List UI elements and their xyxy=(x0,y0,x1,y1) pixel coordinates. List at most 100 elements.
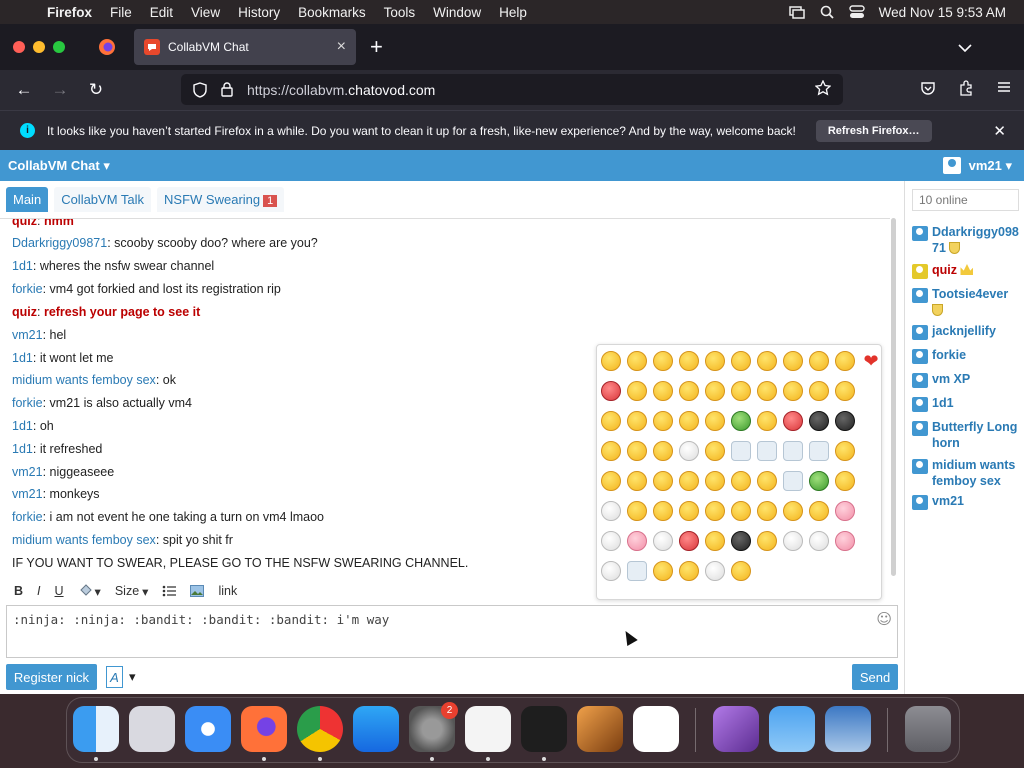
message-input[interactable]: :ninja: :ninja: :bandit: :bandit: :bandi… xyxy=(6,605,898,658)
emoji-icon[interactable] xyxy=(627,531,647,551)
menu-window[interactable]: Window xyxy=(424,5,490,20)
emoji-icon[interactable] xyxy=(757,411,777,431)
emoji-icon[interactable] xyxy=(731,381,751,401)
emoji-icon[interactable] xyxy=(705,561,725,581)
emoji-icon[interactable] xyxy=(601,351,621,371)
emoji-icon[interactable] xyxy=(705,351,725,371)
menu-bookmarks[interactable]: Bookmarks xyxy=(289,5,375,20)
dock-safari-icon[interactable] xyxy=(185,706,231,752)
heart-emoji-icon[interactable]: ❤ xyxy=(861,351,881,371)
emoji-icon[interactable] xyxy=(731,351,751,371)
emoji-icon[interactable] xyxy=(731,561,751,581)
tab-main[interactable]: Main xyxy=(6,187,49,212)
dock-textedit-icon[interactable] xyxy=(465,706,511,752)
close-window-button[interactable] xyxy=(13,41,25,53)
zoom-window-button[interactable] xyxy=(53,41,65,53)
dock-weather-icon[interactable] xyxy=(769,706,815,752)
message-nick[interactable]: midium wants femboy sex xyxy=(12,373,156,387)
menu-file[interactable]: File xyxy=(101,5,141,20)
user-list-item[interactable]: Butterfly Longhorn xyxy=(912,419,1020,451)
emoji-icon[interactable] xyxy=(731,471,751,491)
message-nick[interactable]: quiz xyxy=(12,305,37,319)
emoji-icon[interactable] xyxy=(809,531,829,551)
emoji-icon[interactable] xyxy=(679,381,699,401)
chat-room-title[interactable]: CollabVM Chat ▾ xyxy=(8,158,110,174)
menu-app-firefox[interactable]: Firefox xyxy=(38,5,101,20)
user-list-item[interactable]: midium wants femboy sex xyxy=(912,457,1020,489)
emoji-icon[interactable] xyxy=(757,501,777,521)
emoji-icon[interactable] xyxy=(757,381,777,401)
refresh-firefox-button[interactable]: Refresh Firefox… xyxy=(815,119,932,142)
user-list-item[interactable]: forkie xyxy=(912,347,1020,364)
screen-mirroring-icon[interactable] xyxy=(788,5,805,19)
emoji-icon[interactable] xyxy=(653,561,673,581)
emoji-icon[interactable] xyxy=(601,381,621,401)
emoji-icon[interactable] xyxy=(679,531,699,551)
emoji-icon[interactable] xyxy=(835,531,855,551)
emoji-icon[interactable] xyxy=(809,501,829,521)
emoji-icon[interactable] xyxy=(835,441,855,461)
emoji-icon[interactable] xyxy=(783,501,803,521)
menu-view[interactable]: View xyxy=(182,5,229,20)
menu-tools[interactable]: Tools xyxy=(375,5,425,20)
emoji-icon[interactable] xyxy=(783,471,803,491)
emoji-icon[interactable] xyxy=(835,411,855,431)
emoji-icon[interactable] xyxy=(679,561,699,581)
new-tab-button[interactable]: + xyxy=(370,34,383,60)
minimize-window-button[interactable] xyxy=(33,41,45,53)
tracking-protection-shield-icon[interactable] xyxy=(193,81,207,98)
emoji-icon[interactable] xyxy=(679,351,699,371)
emoji-icon[interactable] xyxy=(835,501,855,521)
dock-chrome-icon[interactable] xyxy=(297,706,343,752)
emoji-icon[interactable] xyxy=(601,411,621,431)
tab-collabvm-talk[interactable]: CollabVM Talk xyxy=(54,187,152,212)
emoji-icon[interactable] xyxy=(653,411,673,431)
emoji-icon[interactable] xyxy=(783,351,803,371)
emoji-icon[interactable] xyxy=(627,501,647,521)
hamburger-menu-icon[interactable] xyxy=(996,80,1012,99)
message-nick[interactable]: forkie xyxy=(12,396,43,410)
dock-terminal-icon[interactable] xyxy=(521,706,567,752)
user-list-item[interactable]: 1d1 xyxy=(912,395,1020,412)
dock-garageband-icon[interactable] xyxy=(577,706,623,752)
emoji-icon[interactable] xyxy=(835,381,855,401)
pocket-icon[interactable] xyxy=(920,80,936,99)
dock-virtualbox-icon[interactable] xyxy=(825,706,871,752)
emoji-icon[interactable] xyxy=(731,441,751,461)
emoji-icon[interactable] xyxy=(627,351,647,371)
emoji-icon[interactable] xyxy=(809,471,829,491)
menubar-clock[interactable]: Wed Nov 15 9:53 AM xyxy=(879,5,1006,20)
underline-button[interactable]: U xyxy=(55,584,64,598)
message-nick[interactable]: forkie xyxy=(12,282,43,296)
message-nick[interactable]: vm21 xyxy=(12,465,43,479)
emoji-icon[interactable] xyxy=(705,441,725,461)
message-nick[interactable]: 1d1 xyxy=(12,442,33,456)
emoji-icon[interactable] xyxy=(627,441,647,461)
emoji-icon[interactable] xyxy=(653,531,673,551)
dock-firefox-icon[interactable] xyxy=(241,706,287,752)
emoji-icon[interactable] xyxy=(731,531,751,551)
url-text[interactable]: https://collabvm.chatovod.com xyxy=(247,82,435,98)
emoji-icon[interactable] xyxy=(705,501,725,521)
emoji-icon[interactable] xyxy=(809,411,829,431)
message-nick[interactable]: midium wants femboy sex xyxy=(12,533,156,547)
address-bar[interactable]: https://collabvm.chatovod.com xyxy=(181,74,843,105)
emoji-icon[interactable] xyxy=(757,351,777,371)
message-scrollbar[interactable] xyxy=(889,218,899,578)
scrollbar-thumb[interactable] xyxy=(891,218,896,576)
emoji-icon[interactable] xyxy=(705,411,725,431)
emoji-icon[interactable] xyxy=(653,381,673,401)
message-nick[interactable]: 1d1 xyxy=(12,259,33,273)
image-icon[interactable] xyxy=(190,585,205,597)
emoji-icon[interactable] xyxy=(601,531,621,551)
size-dropdown[interactable]: Size ▾ xyxy=(115,584,149,599)
dock-trash-icon[interactable] xyxy=(905,706,951,752)
tab-collabvm-chat[interactable]: CollabVM Chat × xyxy=(134,29,356,65)
emoji-icon[interactable] xyxy=(653,471,673,491)
text-color-button[interactable]: ▾ xyxy=(78,584,101,599)
dock-app-store-icon[interactable] xyxy=(353,706,399,752)
emoji-icon[interactable] xyxy=(757,471,777,491)
control-center-icon[interactable] xyxy=(848,5,865,19)
emoji-icon[interactable] xyxy=(783,381,803,401)
list-all-tabs-chevron-icon[interactable] xyxy=(958,40,972,55)
